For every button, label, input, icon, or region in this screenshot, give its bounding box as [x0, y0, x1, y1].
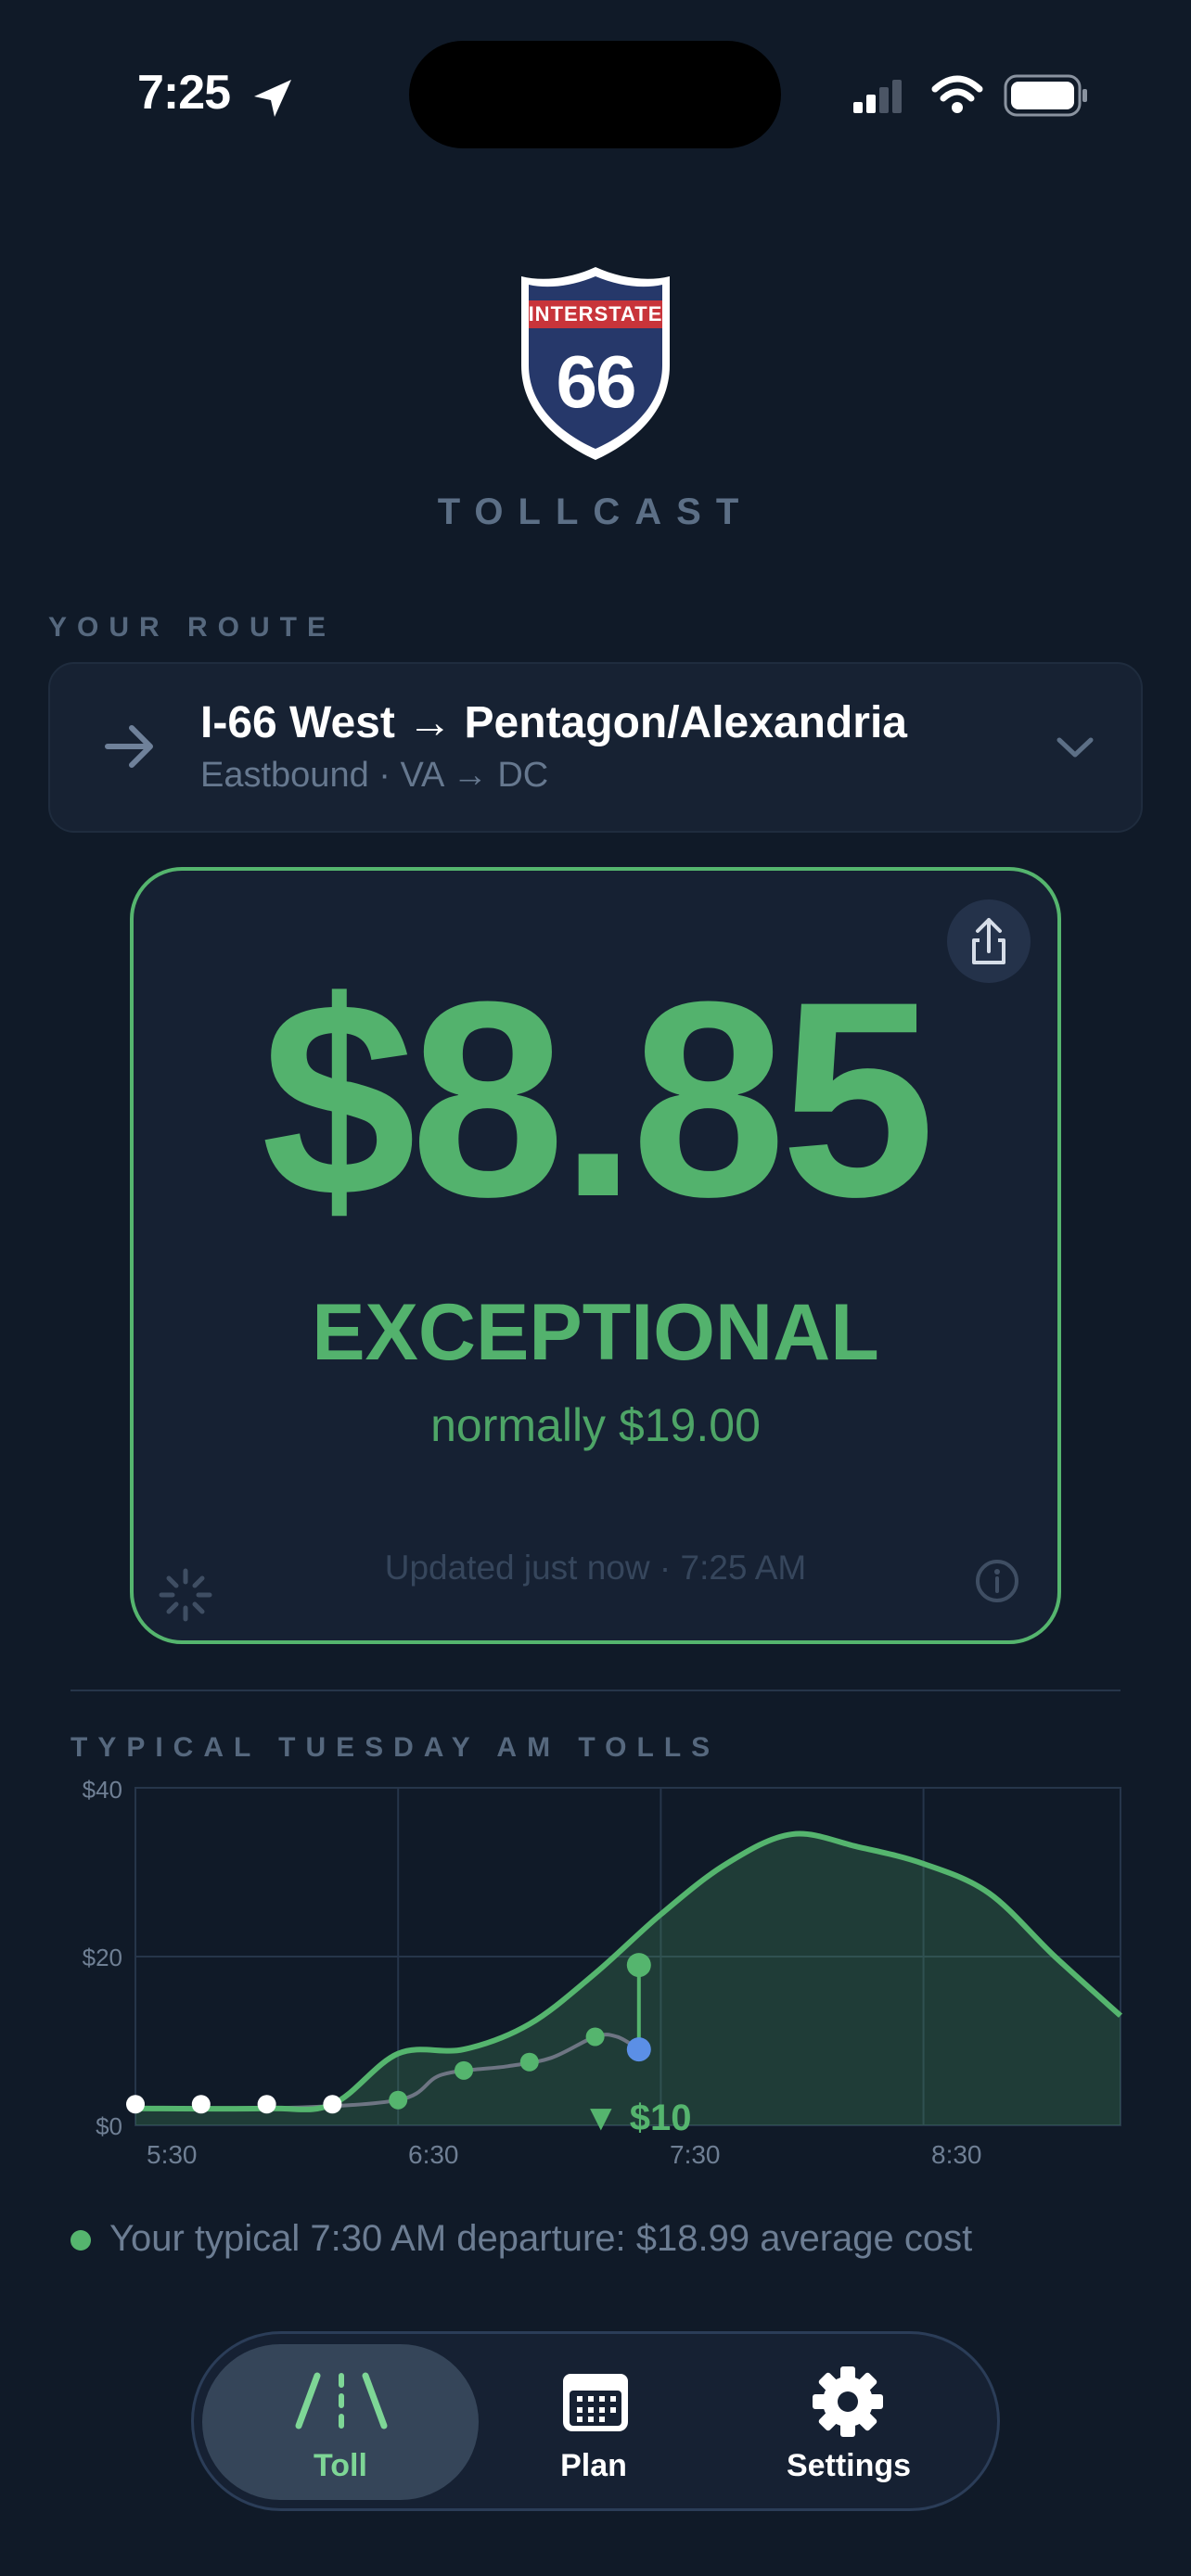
gear-icon	[813, 2366, 883, 2437]
series-area	[135, 1833, 1121, 2125]
dynamic-island	[409, 41, 781, 148]
divider	[70, 1690, 1121, 1691]
loading-spinner-icon	[159, 1568, 212, 1622]
route-subtitle: Eastbound · VA → DC	[200, 756, 549, 795]
info-icon[interactable]	[974, 1558, 1020, 1604]
cellular-signal-icon	[853, 80, 902, 113]
shield-number: 66	[556, 340, 637, 423]
wifi-icon	[931, 75, 983, 113]
toll-rating: EXCEPTIONAL	[312, 1288, 879, 1377]
history-point	[257, 2095, 276, 2114]
history-point-green	[585, 2027, 605, 2047]
current-marker	[626, 2037, 651, 2062]
chevron-down-icon[interactable]	[1056, 734, 1095, 760]
calendar-icon	[563, 2374, 628, 2431]
route-section-label: YOUR ROUTE	[48, 612, 337, 643]
tab-toll-label: Toll	[314, 2448, 367, 2483]
history-point	[191, 2095, 211, 2114]
history-point-green	[519, 2052, 539, 2072]
battery-icon	[1004, 74, 1087, 117]
road-icon	[295, 2372, 388, 2429]
status-time: 7:25	[137, 66, 231, 120]
app-wordmark: TOLLCAST	[437, 491, 754, 532]
toll-chart	[126, 1787, 1123, 2126]
updated-timestamp: Updated just now · 7:25 AM	[384, 1549, 807, 1587]
typical-marker	[626, 1953, 651, 1978]
location-arrow-icon	[254, 80, 291, 117]
toll-price: $8.85	[261, 943, 936, 1255]
history-point	[126, 2095, 145, 2114]
arrow-right-icon	[105, 725, 153, 768]
tab-plan-label: Plan	[560, 2448, 627, 2483]
interstate-shield-logo: INTERSTATE 66	[516, 263, 675, 464]
tab-settings-label: Settings	[786, 2448, 912, 2483]
history-point-green	[455, 2060, 473, 2080]
chart-annotation: ▼ $10	[583, 2098, 692, 2138]
route-title: I-66 West → Pentagon/Alexandria	[200, 698, 907, 747]
shield-top-text: INTERSTATE	[528, 302, 663, 325]
chart-title: TYPICAL TUESDAY AM TOLLS	[70, 1732, 721, 1763]
legend-dot	[70, 2230, 91, 2251]
history-point-green	[389, 2090, 408, 2110]
history-point	[323, 2095, 342, 2114]
departure-footnote: Your typical 7:30 AM departure: $18.99 a…	[109, 2218, 973, 2259]
typical-price: normally $19.00	[430, 1399, 761, 1451]
